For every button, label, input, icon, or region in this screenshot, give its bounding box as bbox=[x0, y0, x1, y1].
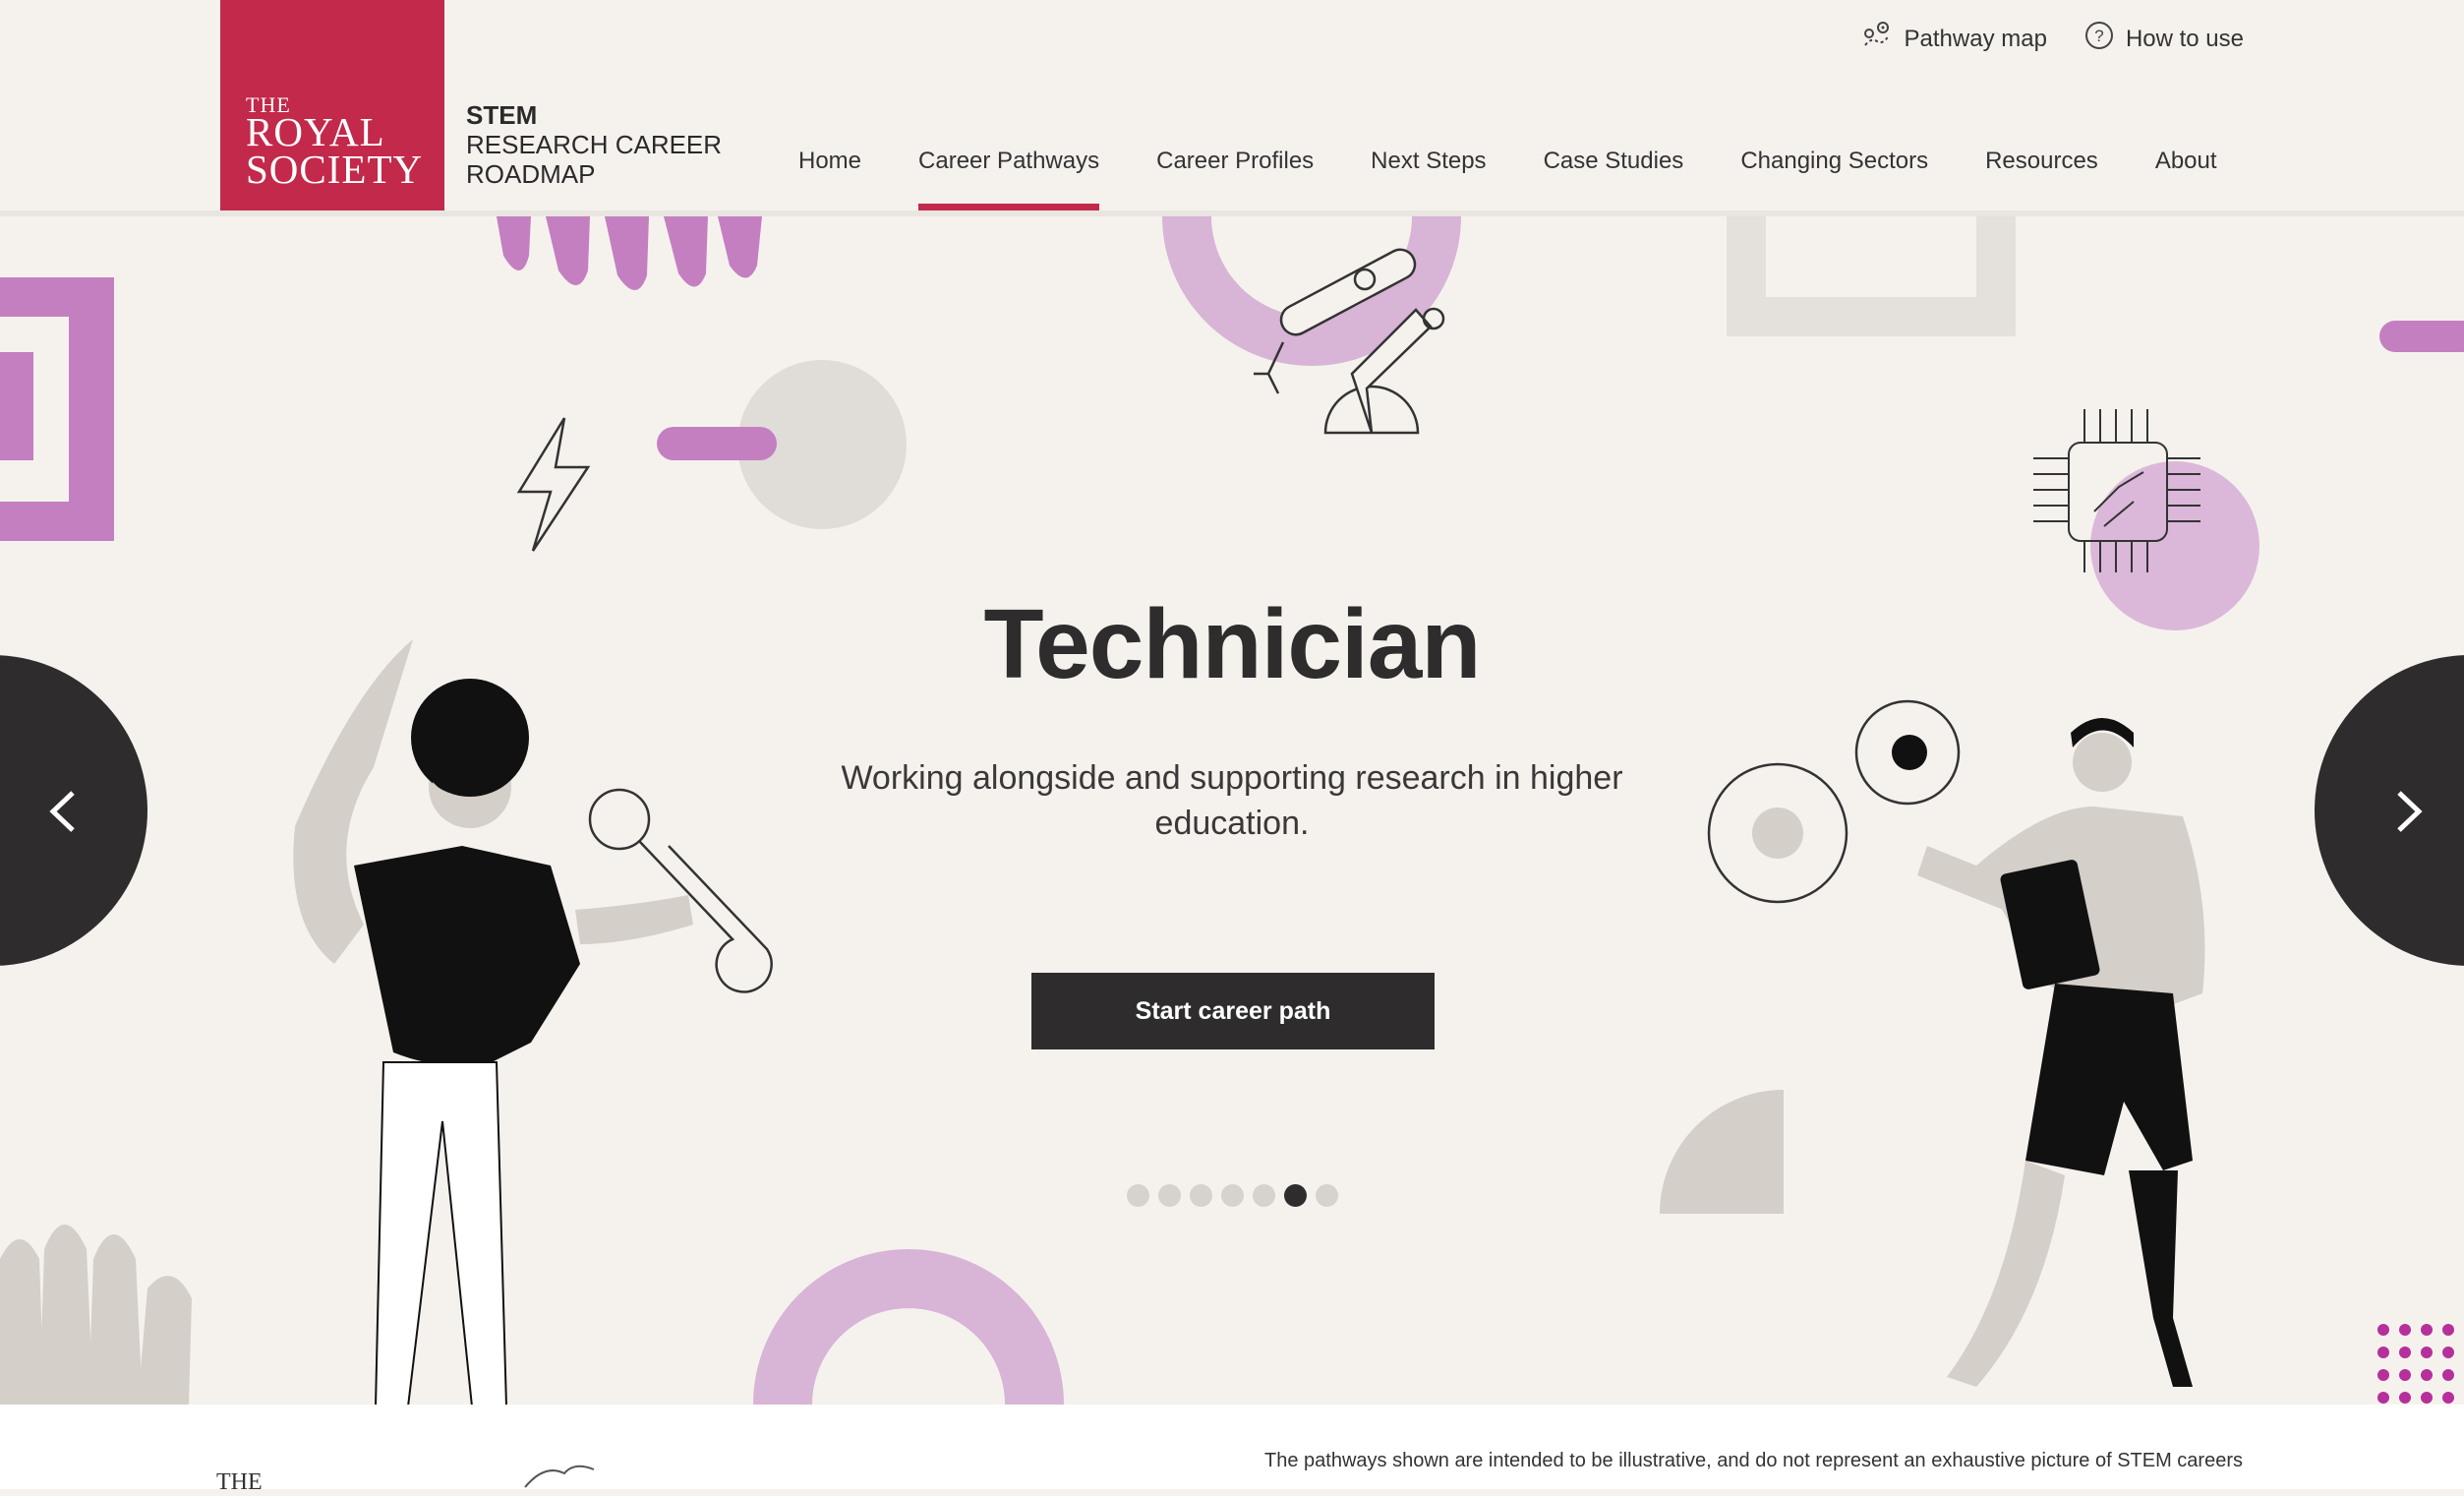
nav-career-profiles[interactable]: Career Profiles bbox=[1156, 148, 1314, 210]
purple-pill-right bbox=[2379, 321, 2464, 352]
purple-scallop-shape bbox=[497, 216, 762, 290]
lightning-bolt-icon bbox=[516, 417, 591, 552]
nav-next-steps[interactable]: Next Steps bbox=[1371, 148, 1486, 210]
nav-career-pathways[interactable]: Career Pathways bbox=[918, 148, 1100, 210]
svg-text:?: ? bbox=[2094, 27, 2103, 45]
site-title-line3: ROADMAP bbox=[466, 159, 596, 189]
lilac-arc bbox=[1162, 216, 1461, 366]
site-header: THE ROYAL SOCIETY STEM RESEARCH CAREER R… bbox=[0, 0, 2464, 216]
footer-disclaimer: The pathways shown are intended to be il… bbox=[1264, 1450, 2243, 1471]
map-pin-icon bbox=[1861, 20, 1893, 58]
pathway-map-link[interactable]: Pathway map bbox=[1861, 20, 2047, 58]
purple-pill bbox=[657, 427, 777, 460]
hero-carousel: Technician Working alongside and support… bbox=[0, 216, 2464, 1405]
royal-society-logo[interactable]: THE ROYAL SOCIETY bbox=[220, 0, 444, 210]
chevron-left-icon bbox=[49, 791, 75, 832]
carousel-dot[interactable] bbox=[1253, 1184, 1275, 1207]
man-with-tablet-illustration bbox=[1917, 718, 2205, 1387]
chevron-right-icon bbox=[2397, 791, 2423, 832]
pathway-map-label: Pathway map bbox=[1904, 25, 2047, 52]
grey-quarter-circle bbox=[1660, 1090, 1784, 1214]
carousel-dot[interactable] bbox=[1316, 1184, 1338, 1207]
nav-home[interactable]: Home bbox=[798, 148, 861, 210]
nav-changing-sectors[interactable]: Changing Sectors bbox=[1740, 148, 1928, 210]
site-title[interactable]: STEM RESEARCH CAREER ROADMAP bbox=[466, 100, 722, 189]
lilac-arch-bottom bbox=[753, 1249, 1064, 1405]
nav-resources[interactable]: Resources bbox=[1985, 148, 2098, 210]
carousel-dot[interactable] bbox=[1190, 1184, 1212, 1207]
how-to-use-label: How to use bbox=[2125, 25, 2244, 52]
main-nav: Home Career Pathways Career Profiles Nex… bbox=[798, 148, 2274, 210]
question-circle-icon: ? bbox=[2084, 21, 2114, 57]
utility-nav: Pathway map ? How to use bbox=[1861, 20, 2244, 58]
purple-dot-grid bbox=[2377, 1324, 2454, 1404]
grey-square-frame bbox=[1727, 216, 2016, 336]
site-footer: THE The pathways shown are intended to b… bbox=[0, 1405, 2464, 1495]
logo-society: SOCIETY bbox=[246, 147, 424, 192]
carousel-pagination bbox=[1127, 1184, 1338, 1207]
hero-title: Technician bbox=[983, 589, 1482, 699]
carousel-dot[interactable] bbox=[1127, 1184, 1149, 1207]
nav-about[interactable]: About bbox=[2155, 148, 2217, 210]
start-career-path-button[interactable]: Start career path bbox=[1031, 973, 1435, 1049]
grey-plant-shape bbox=[0, 1225, 192, 1405]
carousel-dot[interactable] bbox=[1221, 1184, 1244, 1207]
carousel-dot-active[interactable] bbox=[1284, 1184, 1307, 1207]
how-to-use-link[interactable]: ? How to use bbox=[2084, 20, 2244, 58]
woman-with-wrench-illustration bbox=[293, 639, 773, 1405]
crest-emblem-icon bbox=[524, 1465, 595, 1488]
purple-square-frame bbox=[0, 277, 114, 541]
hero-description: Working alongside and supporting researc… bbox=[841, 759, 1623, 842]
nav-case-studies[interactable]: Case Studies bbox=[1544, 148, 1684, 210]
footer-logo: THE bbox=[216, 1469, 263, 1495]
carousel-dot[interactable] bbox=[1158, 1184, 1181, 1207]
site-title-line1: STEM bbox=[466, 100, 538, 130]
site-title-line2: RESEARCH CAREER bbox=[466, 130, 723, 159]
